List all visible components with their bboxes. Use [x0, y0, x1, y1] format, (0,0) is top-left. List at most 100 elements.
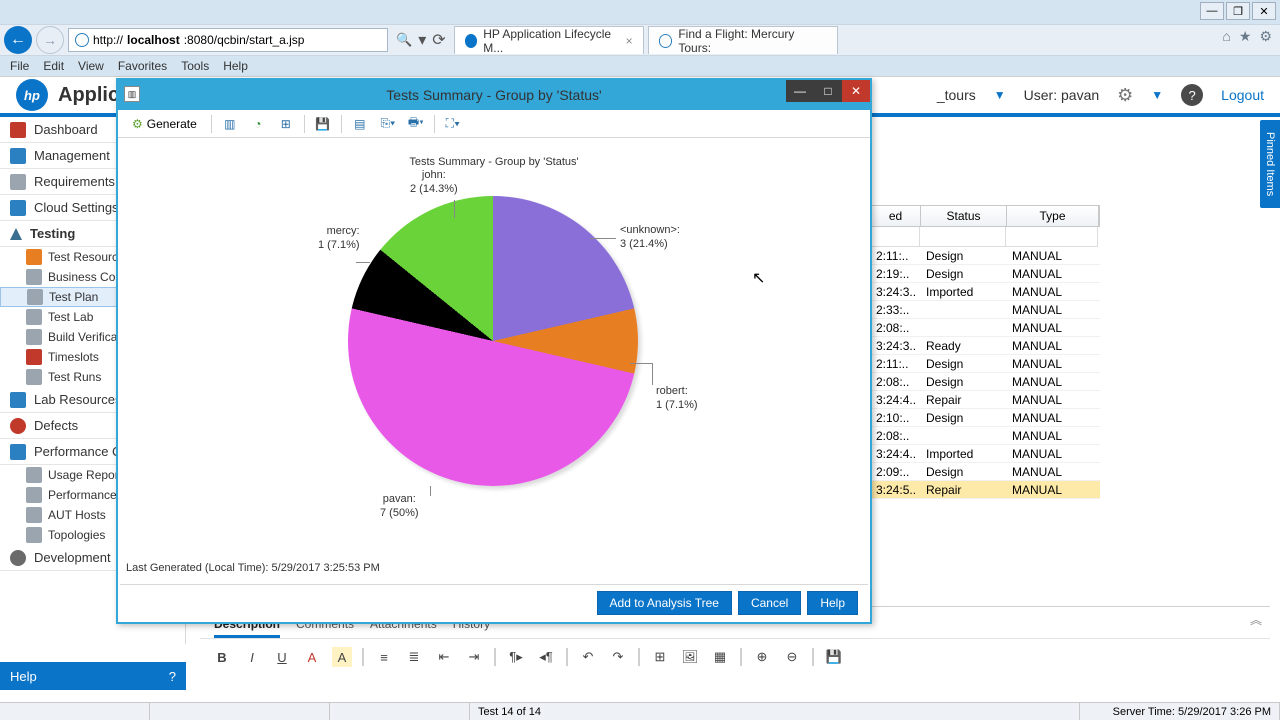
underline-button[interactable]: U: [272, 647, 292, 667]
menu-file[interactable]: File: [10, 59, 29, 73]
col-header-status[interactable]: Status: [921, 206, 1007, 226]
search-icon[interactable]: 🔍: [396, 32, 412, 48]
table-row[interactable]: 2:10:..DesignMANUAL: [870, 409, 1100, 427]
settings-gear-icon[interactable]: ⚙: [1117, 85, 1133, 106]
richtext-toolbar: B I U A A ≡ ≣ ⇤ ⇥ ¶▸ ◂¶ ↶ ↷ ⊞ 🖼 ▦ ⊕ ⊖ 💾: [200, 639, 1270, 675]
data-labels-icon[interactable]: ▤: [350, 114, 370, 134]
dialog-minimize-button[interactable]: —: [786, 80, 814, 102]
menu-edit[interactable]: Edit: [43, 59, 64, 73]
list-numbered-button[interactable]: ≡: [374, 647, 394, 667]
font-color-button[interactable]: A: [302, 647, 322, 667]
toolbar-sep: [362, 648, 364, 666]
help-bar[interactable]: Help ?: [0, 662, 186, 690]
pie-chart-icon[interactable]: ◔: [248, 114, 268, 134]
table-row[interactable]: 3:24:4..ImportedMANUAL: [870, 445, 1100, 463]
requirements-icon: [10, 174, 26, 190]
report-icon: [26, 467, 42, 483]
menu-help[interactable]: Help: [223, 59, 248, 73]
pie-chart: [348, 196, 638, 486]
generate-button[interactable]: ⚙ Generate: [126, 115, 203, 133]
browser-tab-alm[interactable]: HP Application Lifecycle M... ×: [454, 26, 644, 54]
undo-button[interactable]: ↶: [578, 647, 598, 667]
settings-dropdown-icon[interactable]: ▼: [1151, 88, 1163, 102]
table-row[interactable]: 2:09:..DesignMANUAL: [870, 463, 1100, 481]
col-header-modified[interactable]: ed: [871, 206, 921, 226]
pinned-items-tab[interactable]: Pinned Items: [1260, 120, 1280, 208]
window-minimize-button[interactable]: —: [1200, 2, 1224, 20]
redo-button[interactable]: ↷: [608, 647, 628, 667]
table-row[interactable]: 3:24:4..RepairMANUAL: [870, 391, 1100, 409]
dialog-titlebar[interactable]: ▥ Tests Summary - Group by 'Status' — □ …: [118, 80, 870, 110]
tools-icon[interactable]: ⚙: [1259, 28, 1272, 45]
app-title: Applic: [58, 84, 119, 107]
cancel-button[interactable]: Cancel: [738, 591, 801, 615]
url-input[interactable]: http://localhost:8080/qcbin/start_a.jsp: [68, 28, 388, 52]
table-row[interactable]: 2:08:..MANUAL: [870, 427, 1100, 445]
print-icon[interactable]: 🖶▾: [406, 114, 426, 134]
table-row[interactable]: 2:08:..DesignMANUAL: [870, 373, 1100, 391]
table-row[interactable]: 2:11:..DesignMANUAL: [870, 247, 1100, 265]
zoom-in-button[interactable]: ⊕: [752, 647, 772, 667]
table-row[interactable]: 3:24:3..ReadyMANUAL: [870, 337, 1100, 355]
col-header-type[interactable]: Type: [1007, 206, 1099, 226]
topo-icon: [26, 527, 42, 543]
table-row[interactable]: 2:08:..MANUAL: [870, 319, 1100, 337]
italic-button[interactable]: I: [242, 647, 262, 667]
indent-button[interactable]: ⇥: [464, 647, 484, 667]
table-row[interactable]: 2:11:..DesignMANUAL: [870, 355, 1100, 373]
grid-view-icon[interactable]: ⊞: [276, 114, 296, 134]
help-icon[interactable]: ?: [1181, 84, 1203, 106]
slice-label-john: john:2 (14.3%): [410, 168, 458, 196]
url-host: localhost: [127, 33, 180, 47]
browser-tab-mercury[interactable]: Find a Flight: Mercury Tours:: [648, 26, 838, 54]
slice-label-mercy: mercy:1 (7.1%): [318, 224, 360, 252]
toolbar-sep: [812, 648, 814, 666]
dialog-help-button[interactable]: Help: [807, 591, 858, 615]
collapse-icon[interactable]: ︽: [1250, 611, 1262, 628]
logout-link[interactable]: Logout: [1221, 87, 1264, 103]
table-header-row: ed Status Type: [870, 205, 1100, 227]
rtl-button[interactable]: ◂¶: [536, 647, 556, 667]
slice-label-pavan: pavan:7 (50%): [380, 492, 419, 520]
zoom-out-button[interactable]: ⊖: [782, 647, 802, 667]
fullscreen-icon[interactable]: ⛶▾: [443, 114, 463, 134]
highlight-button[interactable]: A: [332, 647, 352, 667]
table-button[interactable]: ⊞: [650, 647, 670, 667]
nav-back-button[interactable]: ←: [4, 26, 32, 54]
comp-icon: [26, 269, 42, 285]
window-restore-button[interactable]: ❐: [1226, 2, 1250, 20]
table-filter-row[interactable]: [870, 227, 1100, 247]
home-icon[interactable]: ⌂: [1222, 28, 1230, 45]
bar-chart-icon[interactable]: ▥: [220, 114, 240, 134]
refresh-icon[interactable]: ⟳: [432, 30, 445, 50]
dialog-close-button[interactable]: ✕: [842, 80, 870, 102]
window-close-button[interactable]: ✕: [1252, 2, 1276, 20]
link-button[interactable]: ▦: [710, 647, 730, 667]
dialog-maximize-button[interactable]: □: [814, 80, 842, 102]
save-button[interactable]: 💾: [824, 647, 844, 667]
ltr-button[interactable]: ¶▸: [506, 647, 526, 667]
table-row[interactable]: 2:33:..MANUAL: [870, 301, 1100, 319]
save-chart-icon[interactable]: 💾: [313, 114, 333, 134]
dashboard-icon: [10, 122, 26, 138]
copy-icon[interactable]: ⎘▾: [378, 114, 398, 134]
menu-tools[interactable]: Tools: [181, 59, 209, 73]
toolbar-sep: [740, 648, 742, 666]
add-to-analysis-button[interactable]: Add to Analysis Tree: [597, 591, 732, 615]
bold-button[interactable]: B: [212, 647, 232, 667]
leader-line: [454, 200, 455, 218]
outdent-button[interactable]: ⇤: [434, 647, 454, 667]
image-button[interactable]: 🖼: [680, 647, 700, 667]
list-bullet-button[interactable]: ≣: [404, 647, 424, 667]
tab-close-icon[interactable]: ×: [626, 34, 633, 48]
browser-right-icons: ⌂ ★ ⚙: [1222, 28, 1272, 45]
nav-forward-button[interactable]: →: [36, 26, 64, 54]
table-row[interactable]: 3:24:3..ImportedMANUAL: [870, 283, 1100, 301]
table-row[interactable]: 2:19:..DesignMANUAL: [870, 265, 1100, 283]
favorites-icon[interactable]: ★: [1239, 28, 1252, 45]
project-dropdown-icon[interactable]: ▼: [994, 88, 1006, 102]
help-q-icon: ?: [169, 669, 176, 684]
table-row[interactable]: 3:24:5..RepairMANUAL: [870, 481, 1100, 499]
menu-favorites[interactable]: Favorites: [118, 59, 167, 73]
menu-view[interactable]: View: [78, 59, 104, 73]
